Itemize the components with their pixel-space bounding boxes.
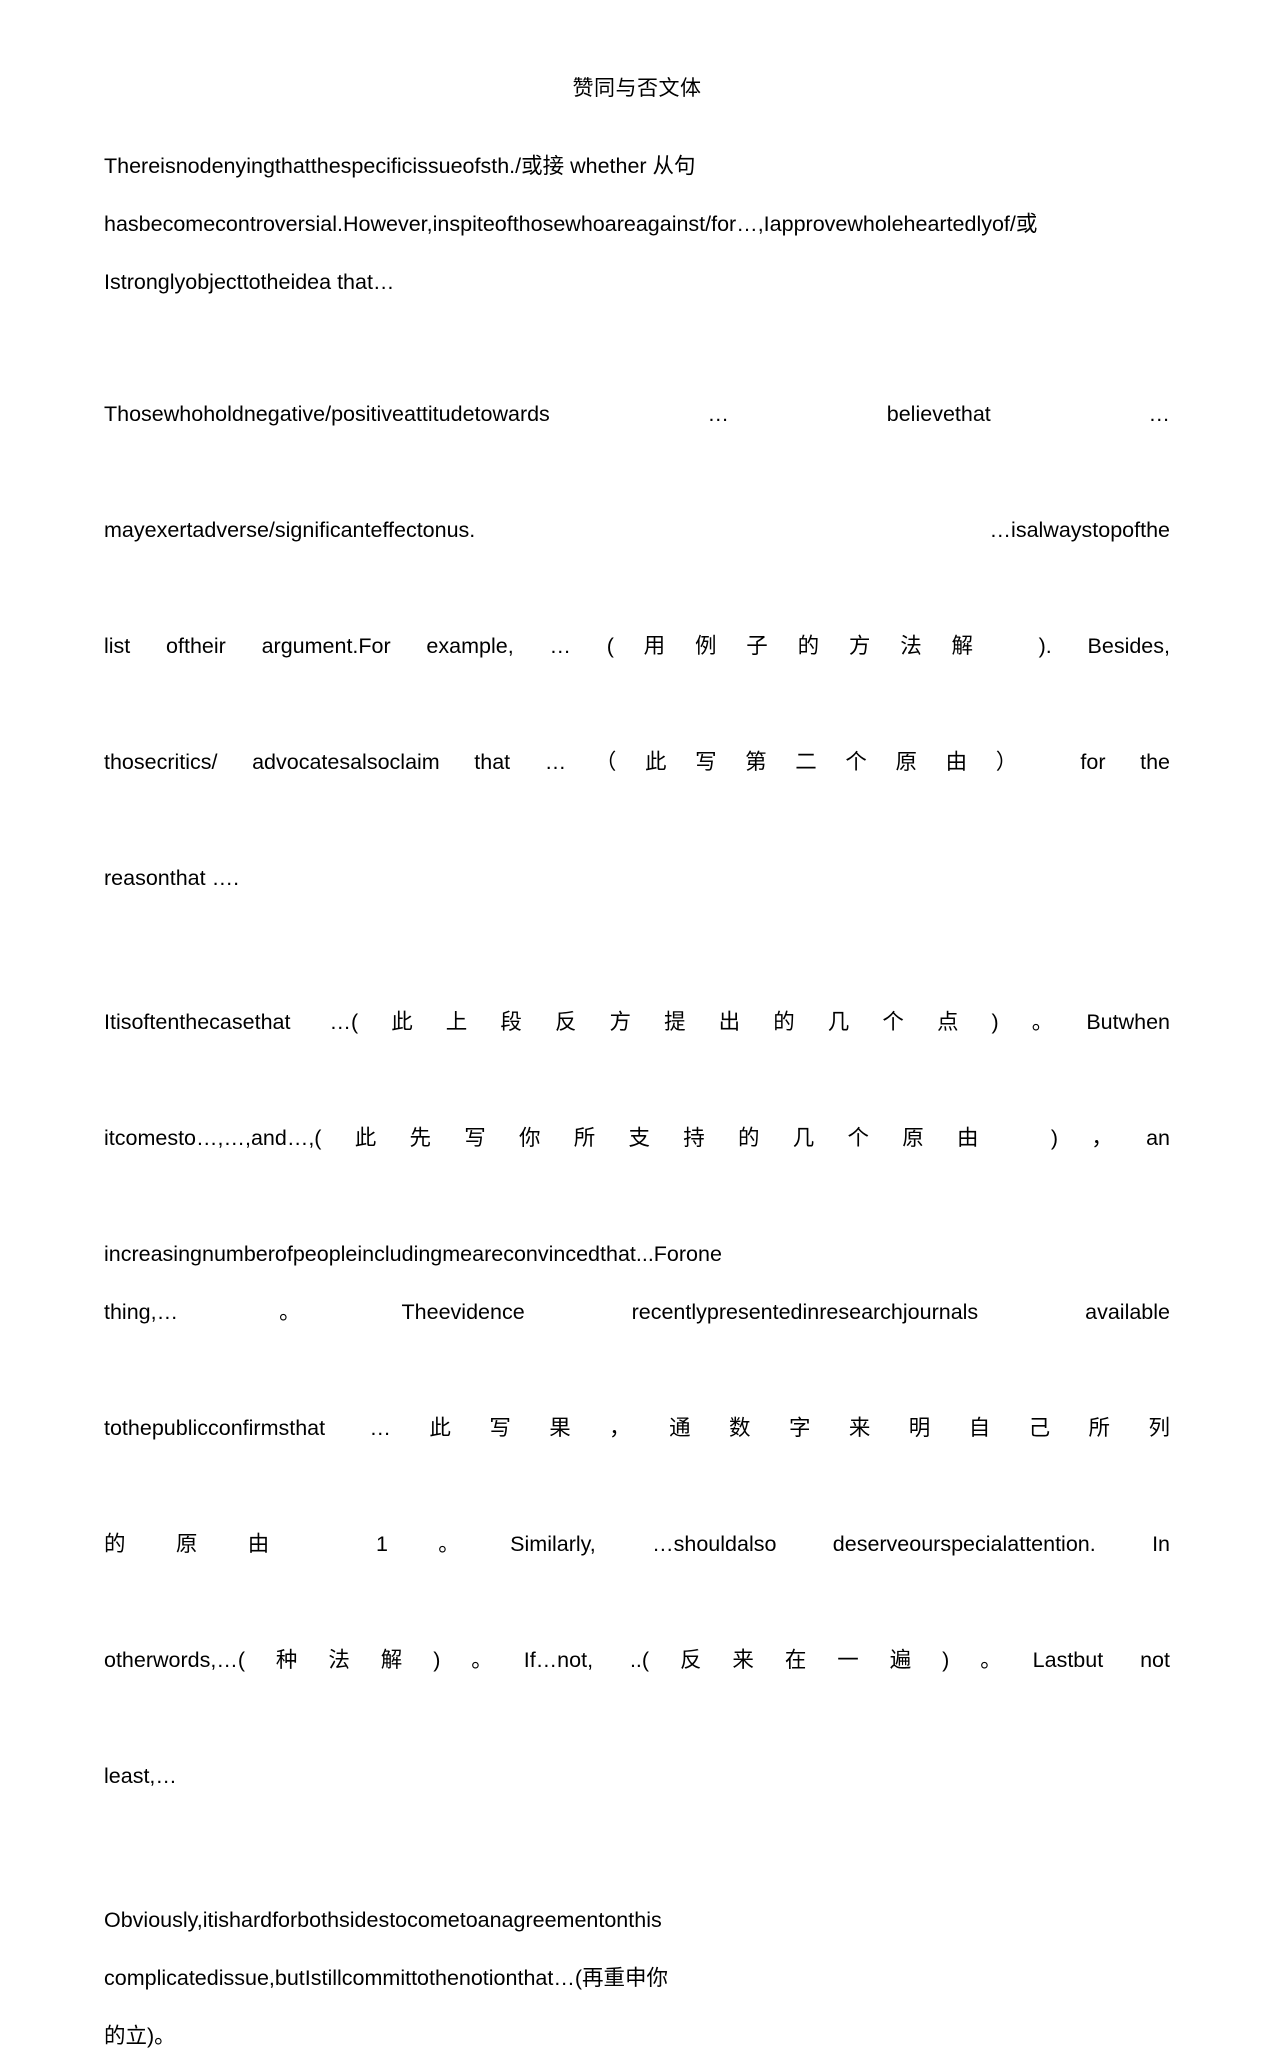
paragraph-gap-3: [104, 1805, 1170, 1891]
paragraph-2-line-2: mayexertadverse/significanteffectonus. ……: [104, 518, 1170, 543]
paragraph-4-line-2: complicatedissue,butIstillcommittothenot…: [104, 1966, 668, 1991]
paragraph-1: Thereisnodenyingthatthespecificissueofst…: [104, 154, 1038, 295]
paragraph-3-line-7: otherwords,…(种法解)。If…not, ..(反来在一遍)。Last…: [104, 1648, 1170, 1673]
paragraph-4: Obviously,itishardforbothsidestocometoan…: [104, 1891, 1170, 2065]
paragraph-2-line-3: list oftheir argument.For example, … (用例…: [104, 634, 1170, 659]
paragraph-3-line-6: 的原由 1。Similarly, …shouldalso deserveours…: [104, 1532, 1170, 1557]
page-title: 赞同与否文体: [572, 76, 702, 100]
paragraph-3-line-2: itcomesto…,…,and…,(此先写你所支持的几个原由 )，an: [104, 1126, 1170, 1151]
paragraph-3-line-1: Itisoftenthecasethat …(此上段反方提出的几个点)。Butw…: [104, 1010, 1170, 1035]
paragraph-2: Thosewhoholdnegative/positiveattitudetow…: [104, 385, 1170, 907]
paragraph-3-line-5: tothepublicconfirmsthat …此写果，通数字来明自己所列: [104, 1416, 1170, 1441]
paragraph-2-line-1: Thosewhoholdnegative/positiveattitudetow…: [104, 402, 1170, 427]
paragraph-3-line-8: least,…: [104, 1764, 177, 1789]
paragraph-3-line-3: increasingnumberofpeopleincludingmeareco…: [104, 1242, 722, 1267]
paragraph-4-line-3: 的立)。: [104, 2024, 176, 2049]
paragraph-gap-1: [104, 311, 1170, 385]
paragraph-2-line-5: reasonthat ….: [104, 866, 240, 891]
document-page: 赞同与否文体 Thereisnodenyingthatthespecificis…: [0, 0, 1274, 2048]
paragraph-2-line-4: thosecritics/ advocatesalsoclaim that …（…: [104, 750, 1170, 775]
paragraph-3: Itisoftenthecasethat …(此上段反方提出的几个点)。Butw…: [104, 993, 1170, 1805]
paragraph-gap-2: [104, 907, 1170, 993]
document-body: Thereisnodenyingthatthespecificissueofst…: [104, 137, 1170, 2065]
paragraph-4-line-1: Obviously,itishardforbothsidestocometoan…: [104, 1908, 662, 1933]
paragraph-3-line-4: thing,…。Theevidence recentlypresentedinr…: [104, 1300, 1170, 1325]
